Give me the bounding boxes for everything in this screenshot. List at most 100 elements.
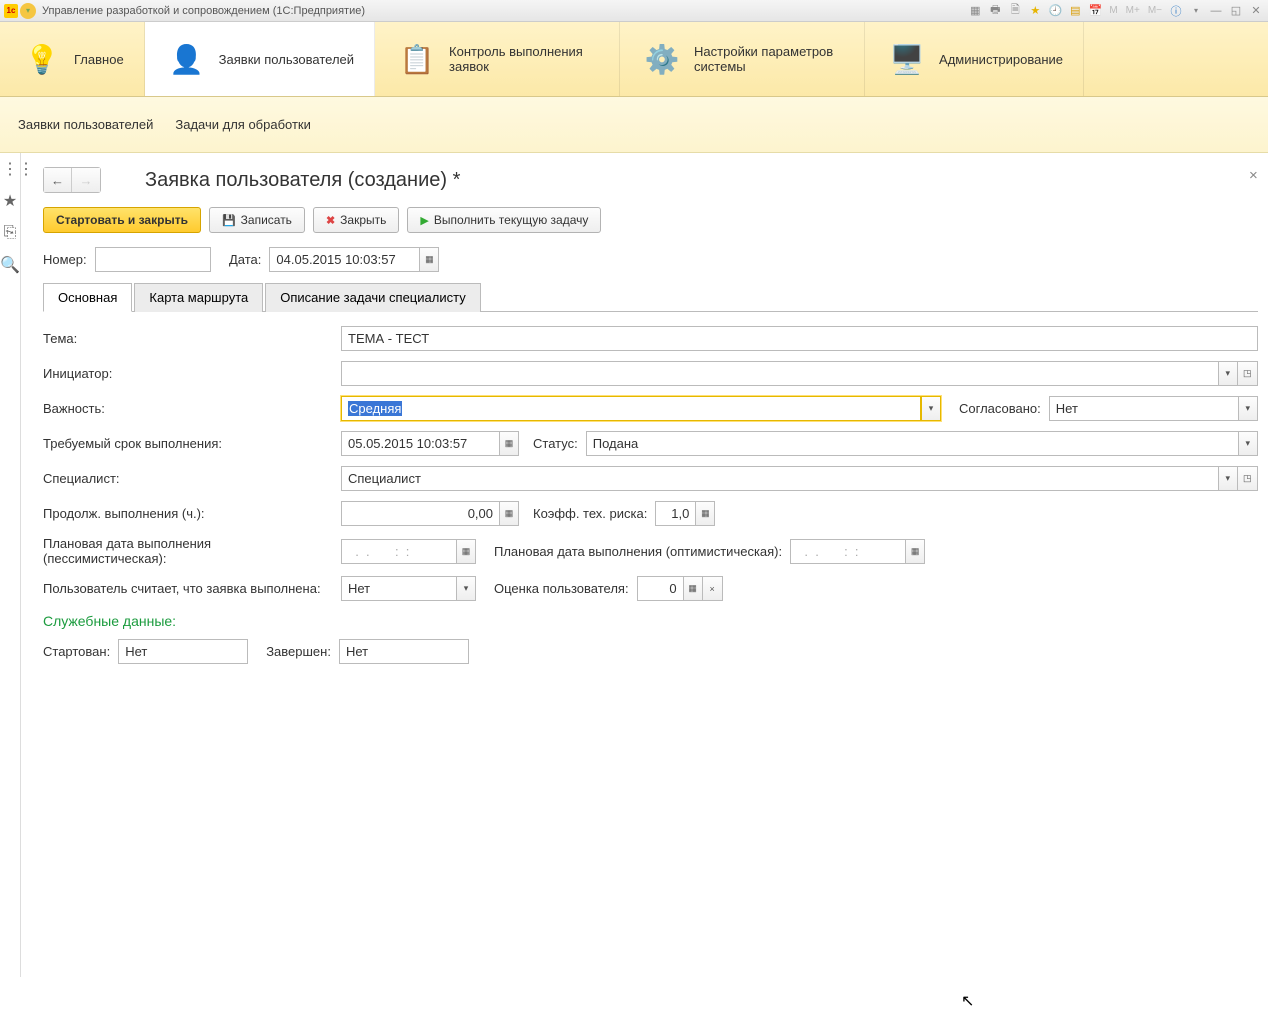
play-icon: ▶ [420,214,428,227]
nav-forward-button[interactable]: → [72,168,100,192]
user-considers-input[interactable] [341,576,456,601]
agreed-label: Согласовано: [959,401,1041,416]
lefttool-star-icon[interactable]: ★ [0,191,20,211]
main-nav: 💡 Главное 👤 Заявки пользователей 📋 Контр… [0,22,1268,97]
window-maximize[interactable]: ◱ [1228,3,1244,19]
titlebar-calendar-icon[interactable]: 📅 [1087,3,1103,19]
run-current-task-button[interactable]: ▶Выполнить текущую задачу [407,207,601,233]
initiator-label: Инициатор: [43,366,333,381]
status-dropdown-button[interactable]: ▾ [1238,431,1258,456]
agreed-input[interactable] [1049,396,1238,421]
tab-task-description[interactable]: Описание задачи специалисту [265,283,480,312]
risk-calc-button[interactable]: ▦ [695,501,715,526]
titlebar-m[interactable]: M [1107,5,1119,16]
app-menu-dropdown[interactable]: ▾ [20,3,36,19]
specialist-dropdown-button[interactable]: ▾ [1218,466,1238,491]
user-rating-calc-button[interactable]: ▦ [683,576,703,601]
finished-input[interactable] [339,639,469,664]
nav-control-icon: 📋 [395,37,439,81]
plan-pess-input[interactable] [341,539,456,564]
titlebar-print-icon[interactable]: 🖶 [987,3,1003,19]
page-content: × ← → Заявка пользователя (создание) * С… [21,153,1268,977]
subnav-tasks[interactable]: Задачи для обработки [175,117,311,132]
titlebar-doc-icon[interactable]: 🗎 [1007,3,1023,19]
initiator-input[interactable] [341,361,1218,386]
agreed-dropdown-button[interactable]: ▾ [1238,396,1258,421]
titlebar-mminus[interactable]: M− [1146,5,1164,16]
close-icon: ✖ [326,214,335,227]
initiator-dropdown-button[interactable]: ▾ [1218,361,1238,386]
user-considers-dropdown-button[interactable]: ▾ [456,576,476,601]
date-input[interactable] [269,247,419,272]
start-and-close-button[interactable]: Стартовать и закрыть [43,207,201,233]
priority-field: Средняя ▾ [341,396,941,421]
titlebar-info-icon[interactable]: ⓘ [1168,3,1184,19]
plan-pess-label: Плановая дата выполнения (пессимистическ… [43,536,333,566]
due-picker-button[interactable]: ▦ [499,431,519,456]
titlebar-info-dropdown[interactable]: ▾ [1188,3,1204,19]
nav-admin-label: Администрирование [939,52,1063,67]
nav-back-button[interactable]: ← [44,168,72,192]
started-input[interactable] [118,639,248,664]
window-close[interactable]: ✕ [1248,3,1264,19]
close-button[interactable]: ✖Закрыть [313,207,399,233]
theme-input[interactable] [341,326,1258,351]
user-considers-label: Пользователь считает, что заявка выполне… [43,581,333,596]
priority-dropdown-button[interactable]: ▾ [921,396,941,421]
initiator-open-button[interactable]: ◳ [1238,361,1258,386]
nav-settings-label: Настройки параметров системы [694,44,844,74]
subnav-requests[interactable]: Заявки пользователей [18,117,153,132]
titlebar: 1c ▾ Управление разработкой и сопровожде… [0,0,1268,22]
titlebar-calc-icon[interactable]: ▤ [1067,3,1083,19]
lefttool-apps-icon[interactable]: ⋮⋮⋮ [0,159,20,179]
started-label: Стартован: [43,644,110,659]
status-input[interactable] [586,431,1238,456]
titlebar-history-icon[interactable]: 🕘 [1047,3,1063,19]
nav-settings[interactable]: ⚙️ Настройки параметров системы [620,22,865,96]
tab-main[interactable]: Основная [43,283,132,312]
due-input[interactable] [341,431,499,456]
duration-calc-button[interactable]: ▦ [499,501,519,526]
app-logo-icon: 1c [4,4,18,18]
number-date-row: Номер: Дата: ▦ [43,247,1258,272]
specialist-label: Специалист: [43,471,333,486]
tab-route-map[interactable]: Карта маршрута [134,283,263,312]
date-field: ▦ [269,247,439,272]
specialist-input[interactable] [341,466,1218,491]
lefttool-search-icon[interactable]: 🔍 [0,255,20,275]
nav-history-arrows: ← → [43,167,101,193]
plan-opt-picker-button[interactable]: ▦ [905,539,925,564]
nav-main-label: Главное [74,52,124,67]
titlebar-mplus[interactable]: M+ [1124,5,1142,16]
window-minimize[interactable]: — [1208,3,1224,19]
nav-control-label: Контроль выполнения заявок [449,44,599,74]
sub-nav: Заявки пользователей Задачи для обработк… [0,97,1268,153]
duration-label: Продолж. выполнения (ч.): [43,506,333,521]
nav-control[interactable]: 📋 Контроль выполнения заявок [375,22,620,96]
plan-pess-picker-button[interactable]: ▦ [456,539,476,564]
duration-input[interactable] [341,501,499,526]
cursor-icon: ↖ [961,991,974,1011]
number-label: Номер: [43,252,87,267]
tabs: Основная Карта маршрута Описание задачи … [43,282,1258,312]
nav-settings-icon: ⚙️ [640,37,684,81]
lefttool-clipboard-icon[interactable]: ⎘ [0,223,20,243]
titlebar-favorite-icon[interactable]: ★ [1027,3,1043,19]
user-rating-clear-button[interactable]: × [703,576,723,601]
nav-user-requests[interactable]: 👤 Заявки пользователей [145,22,375,96]
user-rating-input[interactable] [637,576,683,601]
specialist-open-button[interactable]: ◳ [1238,466,1258,491]
nav-admin[interactable]: 🖥️ Администрирование [865,22,1084,96]
plan-opt-input[interactable] [790,539,905,564]
date-picker-button[interactable]: ▦ [419,247,439,272]
page-title: Заявка пользователя (создание) * [145,169,460,192]
risk-input[interactable] [655,501,695,526]
page-close-button[interactable]: × [1249,167,1258,184]
save-button[interactable]: 💾Записать [209,207,305,233]
priority-input[interactable]: Средняя [341,396,921,421]
action-toolbar: Стартовать и закрыть 💾Записать ✖Закрыть … [43,207,1258,233]
theme-label: Тема: [43,331,333,346]
titlebar-grid-icon[interactable]: ▦ [967,3,983,19]
number-input[interactable] [95,247,211,272]
nav-main[interactable]: 💡 Главное [0,22,145,96]
